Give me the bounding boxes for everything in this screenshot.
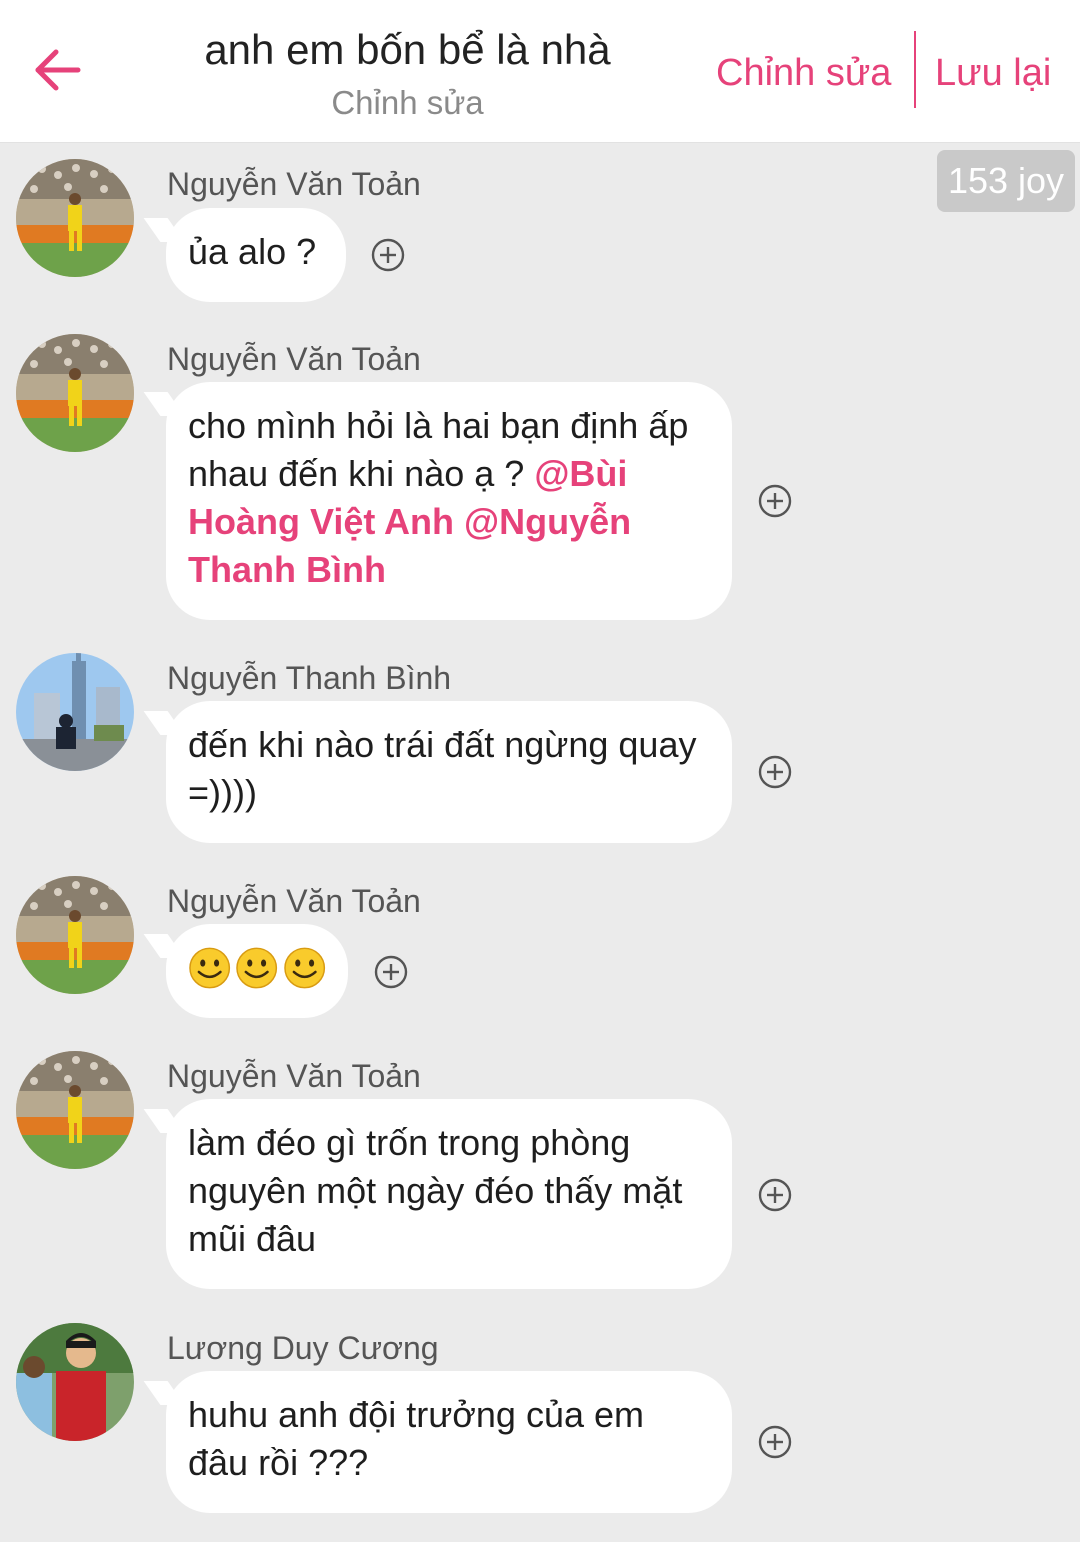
- add-reaction-icon[interactable]: [758, 484, 792, 518]
- joy-badge: 153 joy: [937, 150, 1075, 212]
- sender-name: Nguyễn Văn Toản: [167, 883, 421, 919]
- avatar[interactable]: [16, 334, 134, 452]
- save-button[interactable]: Lưu lại: [935, 52, 1051, 95]
- message-text: ủa alo ?: [188, 231, 317, 272]
- avatar[interactable]: [16, 159, 134, 277]
- emoji-row: [188, 944, 326, 992]
- avatar[interactable]: [16, 1051, 134, 1169]
- smiley-icon: [188, 946, 231, 990]
- add-reaction-icon[interactable]: [758, 755, 792, 789]
- sender-name: Lương Duy Cương: [167, 1330, 439, 1366]
- sender-name: Nguyễn Văn Toản: [167, 341, 421, 377]
- message-bubble[interactable]: cho mình hỏi là hai bạn định ấp nhau đến…: [166, 382, 732, 620]
- add-reaction-icon[interactable]: [371, 238, 405, 272]
- message-text: làm đéo gì trốn trong phòng nguyên một n…: [188, 1122, 683, 1259]
- message-bubble[interactable]: [166, 924, 348, 1018]
- edit-button[interactable]: Chỉnh sửa: [716, 52, 891, 95]
- sender-name: Nguyễn Văn Toản: [167, 166, 421, 202]
- header-divider: [914, 31, 916, 108]
- back-arrow-icon[interactable]: [30, 40, 86, 100]
- avatar[interactable]: [16, 1323, 134, 1441]
- chat-subtitle: Chỉnh sửa: [331, 84, 484, 121]
- smiley-icon: [283, 946, 326, 990]
- top-bar: anh em bốn bể là nhà Chỉnh sửa Chỉnh sửa…: [0, 0, 1080, 143]
- add-reaction-icon[interactable]: [758, 1425, 792, 1459]
- message-text: huhu anh đội trưởng của em đâu rồi ???: [188, 1394, 644, 1483]
- message-text: đến khi nào trái đất ngừng quay =)))): [188, 724, 697, 813]
- message-bubble[interactable]: ủa alo ?: [166, 208, 346, 302]
- avatar[interactable]: [16, 876, 134, 994]
- chat-title: anh em bốn bể là nhà: [204, 26, 611, 73]
- message-bubble[interactable]: huhu anh đội trưởng của em đâu rồi ???: [166, 1371, 732, 1513]
- sender-name: Nguyễn Thanh Bình: [167, 660, 452, 696]
- smiley-icon: [235, 946, 278, 990]
- avatar[interactable]: [16, 653, 134, 771]
- add-reaction-icon[interactable]: [374, 955, 408, 989]
- message-bubble[interactable]: đến khi nào trái đất ngừng quay =)))): [166, 701, 732, 843]
- add-reaction-icon[interactable]: [758, 1178, 792, 1212]
- sender-name: Nguyễn Văn Toản: [167, 1058, 421, 1094]
- message-bubble[interactable]: làm đéo gì trốn trong phòng nguyên một n…: [166, 1099, 732, 1289]
